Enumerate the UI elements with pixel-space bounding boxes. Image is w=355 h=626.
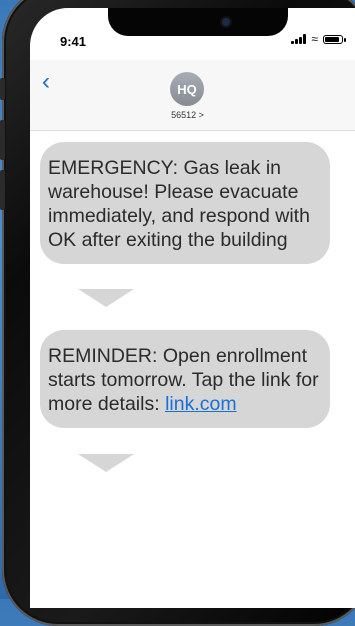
message-link[interactable]: link.com [165,393,237,415]
message-bubble-reminder: REMINDER: Open enrollment starts tomorro… [40,330,330,428]
phone-screen: 9:41 ≈ ‹ HQ 56512 > EMERGENCY: Gas leak … [30,8,355,608]
volume-down-button [0,170,5,210]
status-icons: ≈ [291,32,346,46]
message-tail [78,289,134,307]
mute-switch [0,78,5,100]
status-time: 9:41 [60,34,87,49]
contact-number[interactable]: 56512 > [30,110,345,120]
message-tail [78,454,134,472]
contact-avatar[interactable]: HQ [170,72,204,106]
conversation-header: ‹ HQ 56512 > [30,60,355,131]
back-chevron-icon[interactable]: ‹ [42,70,50,94]
signal-icon [291,34,307,44]
volume-up-button [0,120,5,160]
wifi-icon: ≈ [311,32,318,46]
message-bubble-emergency: EMERGENCY: Gas leak in warehouse! Please… [40,142,330,264]
message-text: EMERGENCY: Gas leak in warehouse! Please… [48,157,310,251]
front-camera [222,18,230,26]
notch [108,8,288,36]
battery-icon [323,34,346,44]
